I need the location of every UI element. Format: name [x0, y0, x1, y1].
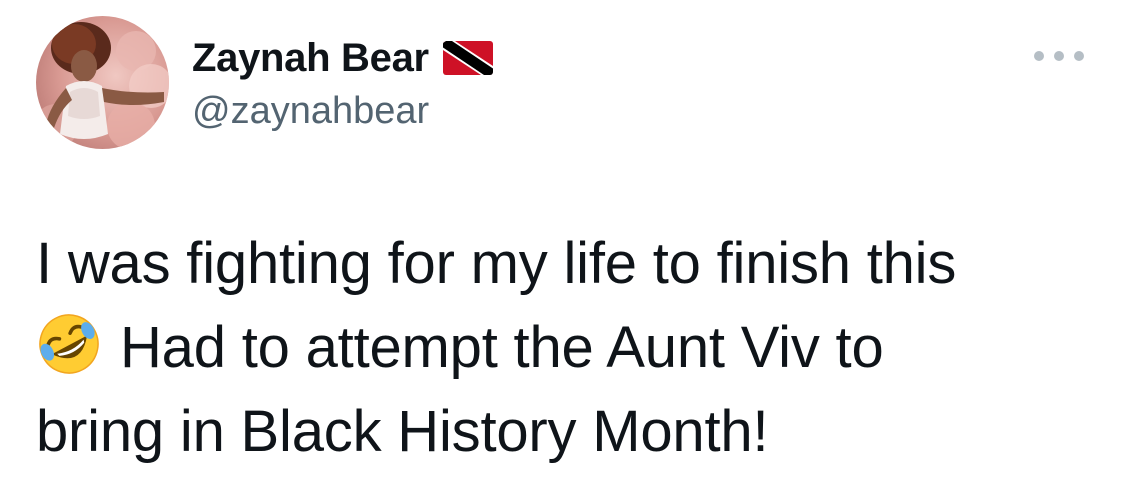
avatar[interactable] — [36, 16, 169, 149]
tweet-text-line: I was fighting for my life to finish thi… — [36, 231, 957, 296]
author-name-row: Zaynah Bear — [192, 34, 493, 82]
rolling-on-the-floor-laughing-emoji-icon — [36, 311, 102, 377]
tweet-text: I was fighting for my life to finish thi… — [36, 222, 1096, 474]
ellipsis-dot — [1054, 51, 1064, 61]
author-display-name[interactable]: Zaynah Bear — [192, 34, 429, 82]
ellipsis-icon[interactable] — [1034, 42, 1084, 70]
tweet-text-line: bring in Black History Month! — [36, 399, 769, 464]
tweet-text-segment: Had to attempt the Aunt Viv to — [120, 315, 884, 380]
ellipsis-dot — [1074, 51, 1084, 61]
ellipsis-dot — [1034, 51, 1044, 61]
author-handle[interactable]: @zaynahbear — [192, 88, 429, 134]
trinidad-and-tobago-flag-icon — [442, 41, 493, 75]
tweet-card: Zaynah Bear @zaynahbear I was fighting f… — [0, 0, 1125, 490]
tweet-text-line: Had to attempt the Aunt Viv to — [36, 306, 1096, 390]
avatar-image — [36, 16, 169, 149]
